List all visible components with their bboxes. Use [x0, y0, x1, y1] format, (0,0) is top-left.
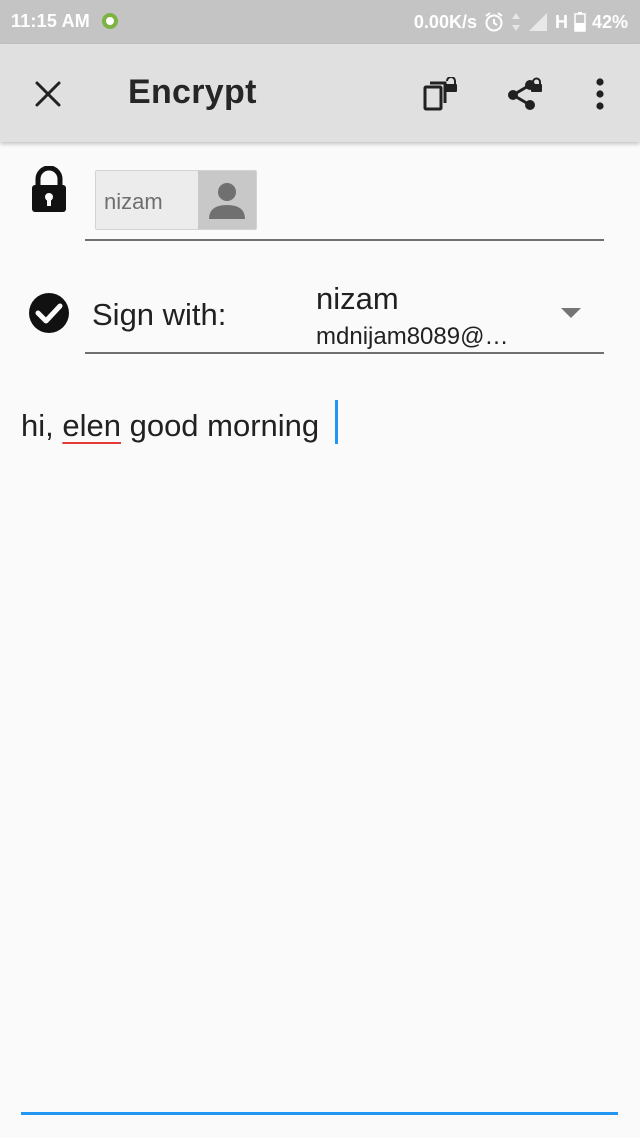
- sign-with-label: Sign with:: [92, 297, 227, 332]
- overflow-menu-button[interactable]: [574, 68, 626, 120]
- status-indicators: 0.00K/s H 42%: [414, 11, 628, 33]
- app-notification-icon: [102, 13, 118, 29]
- more-vertical-icon: [596, 78, 604, 110]
- share-button[interactable]: [498, 68, 550, 120]
- encrypted-copy-icon: [423, 77, 457, 111]
- close-button[interactable]: [22, 68, 74, 120]
- status-bar: 11:15 AM 0.00K/s H 42%: [0, 0, 640, 44]
- encrypt-files-button[interactable]: [414, 68, 466, 120]
- message-text-end: good morning: [120, 408, 320, 443]
- alarm-icon: [485, 12, 503, 32]
- page-title: Encrypt: [128, 73, 257, 111]
- network-speed: 0.00K/s: [413, 11, 477, 32]
- app-bar: Encrypt: [0, 44, 640, 142]
- check-circle-icon: [29, 293, 69, 333]
- signer-field-underline: [85, 352, 604, 354]
- avatar: [198, 171, 256, 229]
- signal-icon: [528, 13, 547, 31]
- text-cursor: [335, 400, 338, 444]
- message-input[interactable]: hi, elen good morning: [0, 380, 640, 1120]
- close-icon: [35, 81, 61, 107]
- status-time: 11:15 AM: [11, 11, 90, 31]
- data-arrows-icon: [511, 13, 520, 31]
- lock-icon: [32, 166, 66, 212]
- share-locked-icon: [508, 77, 542, 110]
- dropdown-arrow-icon: [561, 308, 581, 318]
- message-input-underline: [21, 1112, 618, 1115]
- recipients-field-underline: [85, 239, 604, 241]
- signer-dropdown[interactable]: [556, 300, 586, 326]
- person-icon: [209, 183, 245, 219]
- message-text: hi, elen good morning: [21, 408, 319, 444]
- signer-email[interactable]: mdnijam8089@…: [316, 323, 508, 351]
- network-type: H: [554, 11, 568, 32]
- battery-icon: [574, 12, 586, 32]
- signer-name[interactable]: nizam: [316, 281, 399, 317]
- battery-level: 42%: [591, 11, 628, 32]
- recipient-chip-label: nizam: [104, 189, 163, 214]
- misspelled-word[interactable]: elen: [62, 408, 121, 443]
- recipient-chip[interactable]: nizam: [95, 170, 257, 230]
- message-text-start: hi,: [21, 408, 63, 443]
